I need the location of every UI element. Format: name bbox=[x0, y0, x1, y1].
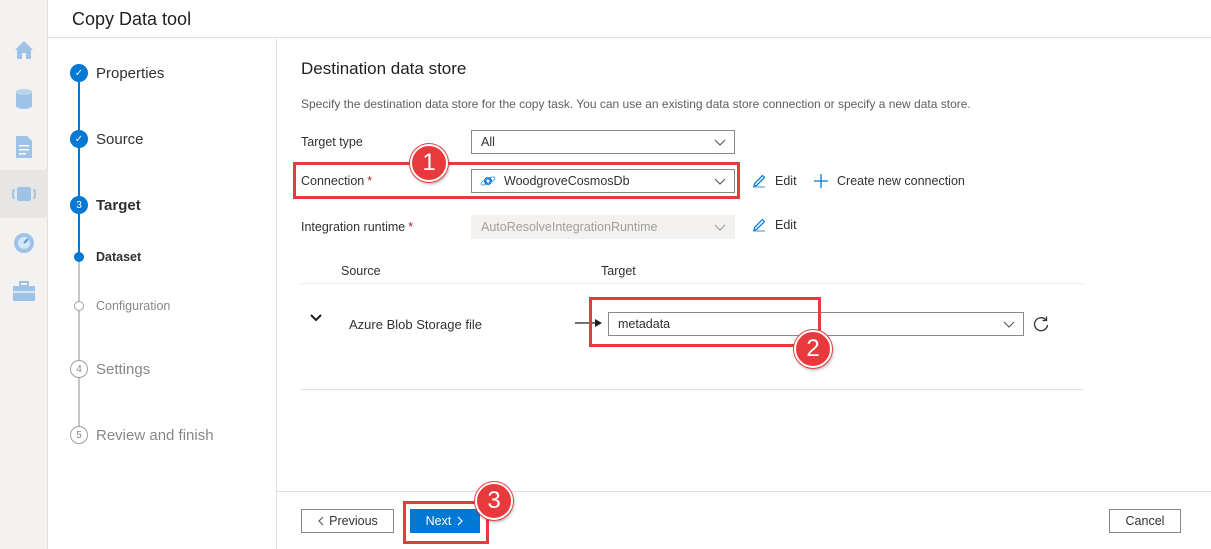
source-column-header: Source bbox=[341, 264, 381, 278]
pending-dot-icon bbox=[74, 301, 84, 311]
edit-runtime-button[interactable]: Edit bbox=[751, 217, 797, 233]
highlight-box-connection bbox=[293, 162, 740, 199]
footer-divider bbox=[277, 491, 1211, 492]
chevron-down-icon bbox=[714, 224, 726, 231]
toolbox-icon[interactable] bbox=[10, 277, 38, 305]
step-target[interactable]: 3 Target bbox=[70, 196, 141, 214]
step-label: Source bbox=[96, 130, 144, 148]
step-settings[interactable]: 4 Settings bbox=[70, 360, 150, 378]
callout-badge-3: 3 bbox=[475, 482, 513, 520]
target-column-header: Target bbox=[601, 264, 636, 278]
pencil-icon bbox=[753, 218, 766, 232]
substep-dataset[interactable]: Dataset bbox=[74, 250, 141, 264]
table-header-divider bbox=[301, 283, 1083, 284]
highlight-box-target bbox=[589, 297, 821, 347]
substep-configuration[interactable]: Configuration bbox=[74, 299, 170, 313]
checkmark-icon: ✓ bbox=[70, 130, 88, 148]
section-description: Specify the destination data store for t… bbox=[301, 97, 971, 111]
integration-runtime-label: Integration runtime * bbox=[301, 220, 413, 234]
target-type-dropdown[interactable]: All bbox=[471, 130, 735, 154]
section-title: Destination data store bbox=[301, 59, 467, 78]
integration-runtime-value: AutoResolveIntegrationRuntime bbox=[481, 220, 658, 234]
step-number: 5 bbox=[70, 426, 88, 444]
step-properties[interactable]: ✓ Properties bbox=[70, 64, 164, 82]
header-bar: Copy Data tool bbox=[48, 0, 1211, 38]
required-marker: * bbox=[408, 220, 414, 234]
integration-runtime-label-text: Integration runtime bbox=[301, 220, 406, 234]
step-label: Settings bbox=[96, 360, 151, 378]
create-new-connection-button[interactable]: Create new connection bbox=[813, 173, 965, 189]
step-number: 4 bbox=[70, 360, 88, 378]
create-connection-label: Create new connection bbox=[837, 174, 965, 188]
step-label: Properties bbox=[96, 64, 165, 82]
callout-badge-1: 1 bbox=[410, 144, 448, 182]
chevron-down-icon bbox=[1003, 321, 1015, 328]
main-panel: Destination data store Specify the desti… bbox=[277, 39, 1211, 549]
target-type-label: Target type bbox=[301, 135, 363, 149]
database-icon[interactable] bbox=[10, 85, 38, 113]
edit-label: Edit bbox=[775, 174, 797, 188]
chevron-left-icon bbox=[318, 516, 324, 526]
step-label: Review and finish bbox=[96, 426, 214, 444]
left-nav-rail bbox=[0, 0, 48, 549]
substep-label: Dataset bbox=[96, 250, 142, 264]
plus-icon bbox=[814, 174, 828, 188]
previous-button[interactable]: Previous bbox=[301, 509, 394, 533]
table-bottom-divider bbox=[301, 389, 1083, 390]
cancel-button[interactable]: Cancel bbox=[1109, 509, 1181, 533]
step-review-and-finish[interactable]: 5 Review and finish bbox=[70, 426, 214, 444]
step-label: Target bbox=[96, 196, 141, 214]
row-source-name: Azure Blob Storage file bbox=[349, 317, 482, 332]
step-connector bbox=[78, 377, 80, 433]
target-type-value: All bbox=[481, 135, 495, 149]
previous-label: Previous bbox=[329, 514, 378, 528]
document-icon[interactable] bbox=[10, 133, 38, 161]
wizard-steps: ✓ Properties ✓ Source 3 Target Dataset C… bbox=[48, 39, 277, 549]
integration-runtime-dropdown[interactable]: AutoResolveIntegrationRuntime bbox=[471, 215, 735, 239]
expand-chevron-icon[interactable] bbox=[309, 313, 323, 323]
current-dot-icon bbox=[74, 252, 84, 262]
edit-label: Edit bbox=[775, 218, 797, 232]
edit-connection-button[interactable]: Edit bbox=[751, 173, 797, 189]
home-icon[interactable] bbox=[10, 36, 38, 64]
gauge-icon[interactable] bbox=[10, 229, 38, 257]
step-source[interactable]: ✓ Source bbox=[70, 130, 144, 148]
substep-label: Configuration bbox=[96, 299, 171, 313]
step-connector bbox=[78, 259, 80, 367]
step-number: 3 bbox=[70, 196, 88, 214]
callout-badge-2: 2 bbox=[794, 330, 832, 368]
refresh-icon[interactable] bbox=[1032, 315, 1050, 333]
app-title: Copy Data tool bbox=[72, 9, 192, 29]
pencil-icon bbox=[753, 174, 766, 188]
monitor-icon[interactable] bbox=[10, 180, 38, 208]
chevron-down-icon bbox=[714, 139, 726, 146]
checkmark-icon: ✓ bbox=[70, 64, 88, 82]
